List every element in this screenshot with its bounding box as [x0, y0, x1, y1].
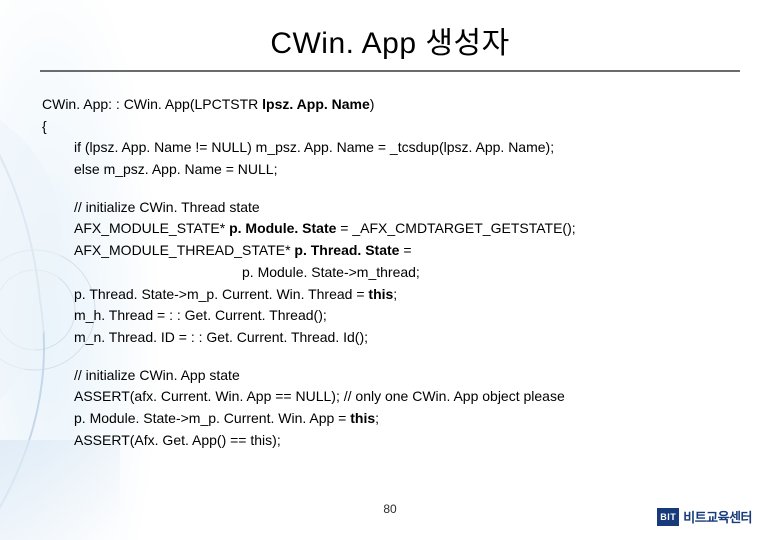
- brand-logo: BIT: [657, 508, 679, 526]
- code-line: else m_psz. App. Name = NULL;: [42, 159, 734, 181]
- code-line: ): [370, 96, 375, 112]
- code-line: CWin. App: : CWin. App(LPCTSTR: [42, 96, 262, 112]
- code-comment: // initialize CWin. App state: [42, 365, 734, 387]
- code-line: m_h. Thread = : : Get. Current. Thread()…: [42, 305, 734, 327]
- code-line: ASSERT(afx. Current. Win. App == NULL); …: [42, 386, 734, 408]
- brand: BIT 비트교육센터: [657, 507, 752, 526]
- code-line: p. Thread. State->m_p. Current. Win. Thr…: [42, 284, 734, 306]
- code-bold: lpsz. App. Name: [262, 96, 370, 112]
- code-line: p. Module. State->m_thread;: [42, 262, 734, 284]
- code-line: AFX_MODULE_STATE* p. Module. State = _AF…: [42, 218, 734, 240]
- code-line: {: [42, 118, 47, 134]
- code-line: if (lpsz. App. Name != NULL) m_psz. App.…: [42, 137, 734, 159]
- code-block-3: // initialize CWin. App stateASSERT(afx.…: [42, 365, 734, 452]
- code-line: ASSERT(Afx. Get. App() == this);: [42, 430, 734, 452]
- brand-text: 비트교육센터: [683, 507, 752, 526]
- code-line: p. Module. State->m_p. Current. Win. App…: [42, 408, 734, 430]
- code-line: AFX_MODULE_THREAD_STATE* p. Thread. Stat…: [42, 240, 734, 262]
- code-block-1: CWin. App: : CWin. App(LPCTSTR lpsz. App…: [42, 94, 734, 181]
- slide: CWin. App 생성자 CWin. App: : CWin. App(LPC…: [0, 0, 780, 540]
- title-area: CWin. App 생성자: [40, 18, 740, 68]
- footer: 80 BIT 비트교육센터: [0, 502, 780, 526]
- page-number: 80: [383, 502, 396, 516]
- code-content: CWin. App: : CWin. App(LPCTSTR lpsz. App…: [40, 72, 740, 451]
- slide-title: CWin. App 생성자: [40, 18, 740, 62]
- code-comment: // initialize CWin. Thread state: [42, 197, 734, 219]
- code-line: m_n. Thread. ID = : : Get. Current. Thre…: [42, 327, 734, 349]
- code-block-2: // initialize CWin. Thread stateAFX_MODU…: [42, 197, 734, 349]
